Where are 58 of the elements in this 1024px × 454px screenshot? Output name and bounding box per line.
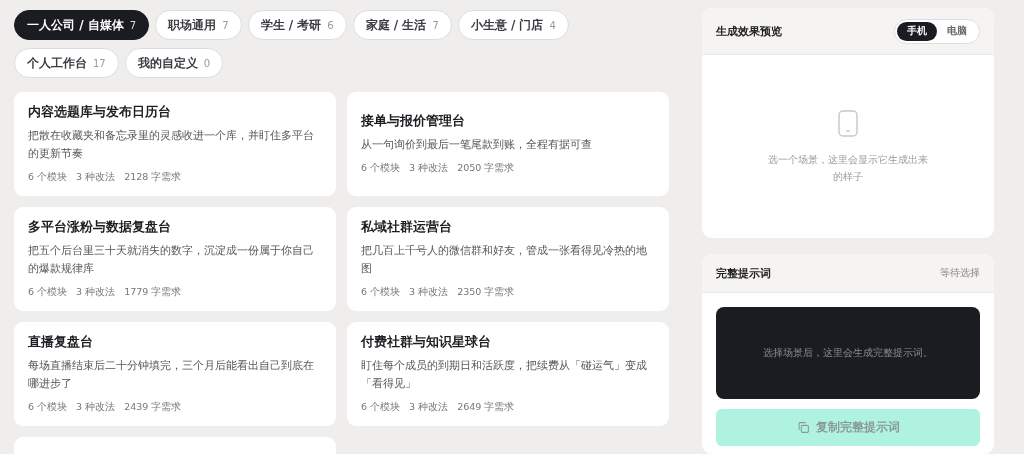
- card-description: 每场直播结束后二十分钟填完，三个月后能看出自己到底在哪进步了: [28, 358, 315, 392]
- filter-chip[interactable]: 学生 / 考研 6: [247, 10, 347, 40]
- device-tab[interactable]: 手机: [897, 21, 937, 41]
- scene-card[interactable]: 内容选题库与发布日历台 把散在收藏夹和备忘录里的灵感收进一个库，并盯住多平台的更新节奏 6 个模块 3 种改法 2128 字需求: [14, 92, 336, 196]
- scene-card[interactable]: 付费社群与知识星球台 盯住每个成员的到期日和活跃度，把续费从「碰运气」变成「看得见」 6 个模块 3 种改法 2649 字需求: [347, 322, 669, 426]
- module-count: 6 个模块: [361, 286, 401, 299]
- count-label: 4: [549, 19, 556, 31]
- char-count: 2128 字需求: [124, 171, 182, 184]
- count-label: 6: [327, 19, 334, 31]
- char-count: 1779 字需求: [124, 286, 182, 299]
- count-label: 0: [203, 57, 211, 69]
- panel-title: 生成效果预览: [716, 23, 782, 39]
- char-count: 2350 字需求: [457, 286, 515, 299]
- panel-title: 完整提示词: [716, 265, 771, 281]
- variant-count: 3 种改法: [76, 401, 116, 414]
- card-description: 把散在收藏夹和备忘录里的灵感收进一个库，并盯住多平台的更新节奏: [28, 128, 315, 162]
- scene-card[interactable]: 私域社群运营台 把几百上千号人的微信群和好友，管成一张看得见冷热的地图 6 个模块 3 种改法 2350 字需求: [347, 207, 669, 311]
- variant-count: 3 种改法: [76, 286, 116, 299]
- device-tab[interactable]: 电脑: [937, 21, 977, 41]
- module-count: 6 个模块: [28, 401, 68, 414]
- scene-card[interactable]: 接单与报价管理台 从一句询价到最后一笔尾款到账，全程有据可查 6 个模块 3 种改法 2050 字需求: [347, 92, 669, 196]
- filter-chip[interactable]: 小生意 / 门店 4: [457, 10, 569, 40]
- module-count: 6 个模块: [361, 162, 401, 175]
- card-title: 接单与报价管理台: [361, 113, 466, 130]
- phone-icon: [838, 109, 858, 137]
- card-title: 付费社群与知识星球台: [361, 334, 492, 351]
- filter-chip[interactable]: 一人公司 / 自媒体 7: [14, 10, 150, 40]
- variant-count: 3 种改法: [409, 286, 449, 299]
- scene-card[interactable]: 多平台涨粉与数据复盘台 把五个后台里三十天就消失的数字，沉淀成一份属于你自己的爆款规律库 6 个模块 3 种改法 1779 字需求: [14, 207, 336, 311]
- module-count: 6 个模块: [28, 171, 68, 184]
- status-label: 等待选择: [940, 266, 980, 280]
- filter-chip[interactable]: 职场通用 7: [155, 10, 242, 40]
- card-description: 从一句询价到最后一笔尾款到账，全程有据可查: [361, 137, 593, 153]
- count-label: 7: [129, 19, 137, 31]
- variant-count: 3 种改法: [409, 401, 449, 414]
- count-label: 7: [432, 19, 439, 31]
- char-count: 2649 字需求: [457, 401, 515, 414]
- variant-count: 3 种改法: [409, 162, 449, 175]
- module-count: 6 个模块: [361, 401, 401, 414]
- filter-chip[interactable]: 我的自定义 0: [124, 48, 224, 78]
- card-description: 盯住每个成员的到期日和活跃度，把续费从「碰运气」变成「看得见」: [361, 358, 648, 392]
- count-label: 7: [222, 19, 229, 31]
- scene-card[interactable]: 直播复盘台 每场直播结束后二十分钟填完，三个月后能看出自己到底在哪进步了 6 个模块 3 种改法 2439 字需求: [14, 322, 336, 426]
- prompt-output: 选择场景后，这里会生成完整提示词。: [716, 307, 980, 400]
- char-count: 2439 字需求: [124, 401, 182, 414]
- filter-chip[interactable]: 家庭 / 生活 7: [352, 10, 452, 40]
- card-title: 多平台涨粉与数据复盘台: [28, 219, 172, 236]
- char-count: 2050 字需求: [457, 162, 515, 175]
- copy-icon: [796, 421, 810, 435]
- card-description: 把五个后台里三十天就消失的数字，沉淀成一份属于你自己的爆款规律库: [28, 243, 315, 277]
- card-title: 私域社群运营台: [361, 219, 453, 236]
- variant-count: 3 种改法: [76, 171, 116, 184]
- card-description: 把几百上千号人的微信群和好友，管成一张看得见冷热的地图: [361, 243, 648, 277]
- card-title: 内容选题库与发布日历台: [28, 104, 172, 121]
- module-count: 6 个模块: [28, 286, 68, 299]
- card-title: 直播复盘台: [28, 334, 94, 351]
- filter-chip[interactable]: 个人工作台 17: [14, 48, 119, 78]
- count-label: 17: [93, 57, 106, 69]
